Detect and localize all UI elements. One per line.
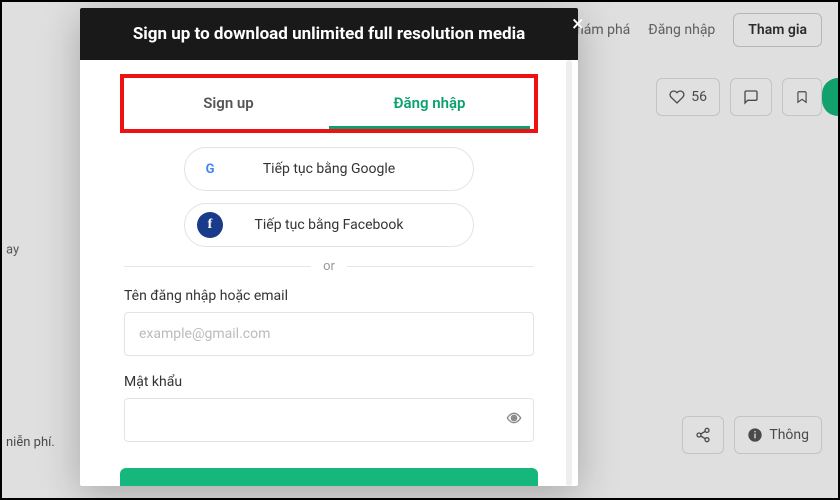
submit-button[interactable] (120, 468, 538, 486)
facebook-label: Tiếp tục bằng Facebook (223, 217, 461, 233)
modal-body: Sign up Đăng nhập G Tiếp tục bằng Google… (80, 60, 578, 486)
password-label: Mật khẩu (124, 374, 534, 390)
close-icon[interactable]: × (572, 12, 584, 37)
modal-title: Sign up to download unlimited full resol… (80, 8, 578, 60)
password-wrapper (124, 398, 534, 460)
google-icon: G (197, 156, 223, 182)
password-input[interactable] (124, 398, 534, 442)
facebook-icon: f (197, 212, 223, 238)
auth-modal: Sign up to download unlimited full resol… (80, 8, 578, 486)
google-label: Tiếp tục bằng Google (223, 161, 461, 177)
or-text: or (323, 259, 335, 274)
tab-signup[interactable]: Sign up (128, 82, 329, 129)
continue-facebook-button[interactable]: f Tiếp tục bằng Facebook (184, 203, 474, 247)
username-input[interactable] (124, 312, 534, 356)
tab-login[interactable]: Đăng nhập (329, 82, 530, 129)
tabs-highlight-box: Sign up Đăng nhập (120, 74, 538, 133)
or-divider: or (124, 259, 534, 274)
toggle-password-icon[interactable] (506, 410, 522, 426)
continue-google-button[interactable]: G Tiếp tục bằng Google (184, 147, 474, 191)
auth-tabs: Sign up Đăng nhập (128, 82, 530, 129)
username-label: Tên đăng nhập hoặc email (124, 288, 534, 304)
